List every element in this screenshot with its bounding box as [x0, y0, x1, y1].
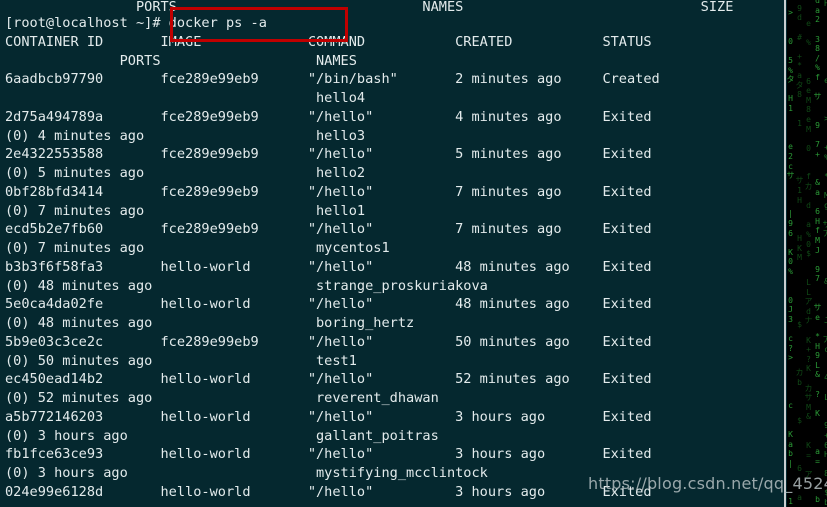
matrix-rain-column: > 0 5 % タ H 1 e 2 c サ | 9 6 K 0 % 0 J 3 …	[786, 8, 795, 507]
table-row: 5e0ca4da02fe hello-world "/hello" 48 min…	[5, 296, 652, 313]
matrix-rain-column: e % 6 e M 8 e M 0 f カ d a % 0 $ L L ア d …	[804, 18, 813, 479]
previous-header-row: PORTS NAMES SIZE	[5, 0, 734, 14]
table-row-continued: (0) 7 minutes ago hello1	[5, 202, 366, 219]
table-row: ec450ead14b2 hello-world "/hello" 52 min…	[5, 371, 652, 388]
table-row: 6aadbcb97790 fce289e99eb9 "/bin/bash" 2 …	[5, 71, 660, 88]
table-row: 2d75a494789a fce289e99eb9 "/hello" 4 min…	[5, 108, 652, 125]
terminal-window[interactable]: PORTS NAMES SIZE [root@localhost ~]# dock…	[0, 0, 787, 507]
terminal-window-edge	[784, 0, 786, 507]
table-row-continued: (0) 48 minutes ago strange_proskuriakova	[5, 277, 488, 294]
table-header-row-continued: PORTS NAMES	[5, 52, 357, 69]
terminal-scrollbar-track[interactable]	[772, 0, 784, 507]
table-row: a5b772146203 hello-world "/hello" 3 hour…	[5, 408, 652, 425]
table-row-continued: (0) 52 minutes ago reverent_dhawan	[5, 390, 439, 406]
table-row: 2e4322553588 fce289e99eb9 "/hello" 5 min…	[5, 146, 652, 163]
matrix-rain-column: | H e > + % * M g サ ア & J ア c 4 L 9 + 6 …	[822, 0, 827, 507]
table-row: fb1fce63ce93 hello-world "/hello" 3 hour…	[5, 446, 652, 463]
screen: > 0 5 % タ H 1 e 2 c サ | 9 6 K 0 % 0 J 3 …	[0, 0, 827, 507]
matrix-rain-column: ナ d a 2 3 8 / % f サ 9 7 + & a 6 H f M J …	[813, 0, 822, 505]
table-row-continued: (0) 5 minutes ago hello2	[5, 165, 366, 181]
table-header-row: CONTAINER ID IMAGE COMMAND CREATED STATU…	[5, 33, 652, 50]
table-row: 0bf28bfd3414 fce289e99eb9 "/hello" 7 min…	[5, 183, 652, 200]
watermark-text: https://blog.csdn.net/qq_45243895	[588, 474, 827, 493]
prompt-line: [root@localhost ~]# docker ps -a	[5, 15, 267, 31]
table-row-continued: (0) 4 minutes ago hello3	[5, 127, 366, 144]
table-row-continued: (0) 3 hours ago gallant_poitras	[5, 427, 439, 444]
table-row-continued: (0) 50 minutes ago test1	[5, 352, 357, 369]
table-row-continued: hello4	[5, 90, 366, 106]
matrix-rain-column: 7 9 d # + * a タ 8 1 サ 1 H H K M $ カ b $ …	[795, 3, 804, 503]
desktop-wallpaper: > 0 5 % タ H 1 e 2 c サ | 9 6 K 0 % 0 J 3 …	[786, 0, 827, 507]
table-row-continued: (0) 7 minutes ago mycentos1	[5, 240, 390, 256]
table-row-continued: (0) 48 minutes ago boring_hertz	[5, 315, 415, 331]
table-row: b3b3f6f58fa3 hello-world "/hello" 48 min…	[5, 258, 652, 275]
terminal-output[interactable]: PORTS NAMES SIZE [root@localhost ~]# dock…	[0, 0, 787, 502]
table-row: 5b9e03c3ce2c fce289e99eb9 "/hello" 50 mi…	[5, 333, 652, 350]
table-row: ecd5b2e7fb60 fce289e99eb9 "/hello" 7 min…	[5, 221, 652, 238]
